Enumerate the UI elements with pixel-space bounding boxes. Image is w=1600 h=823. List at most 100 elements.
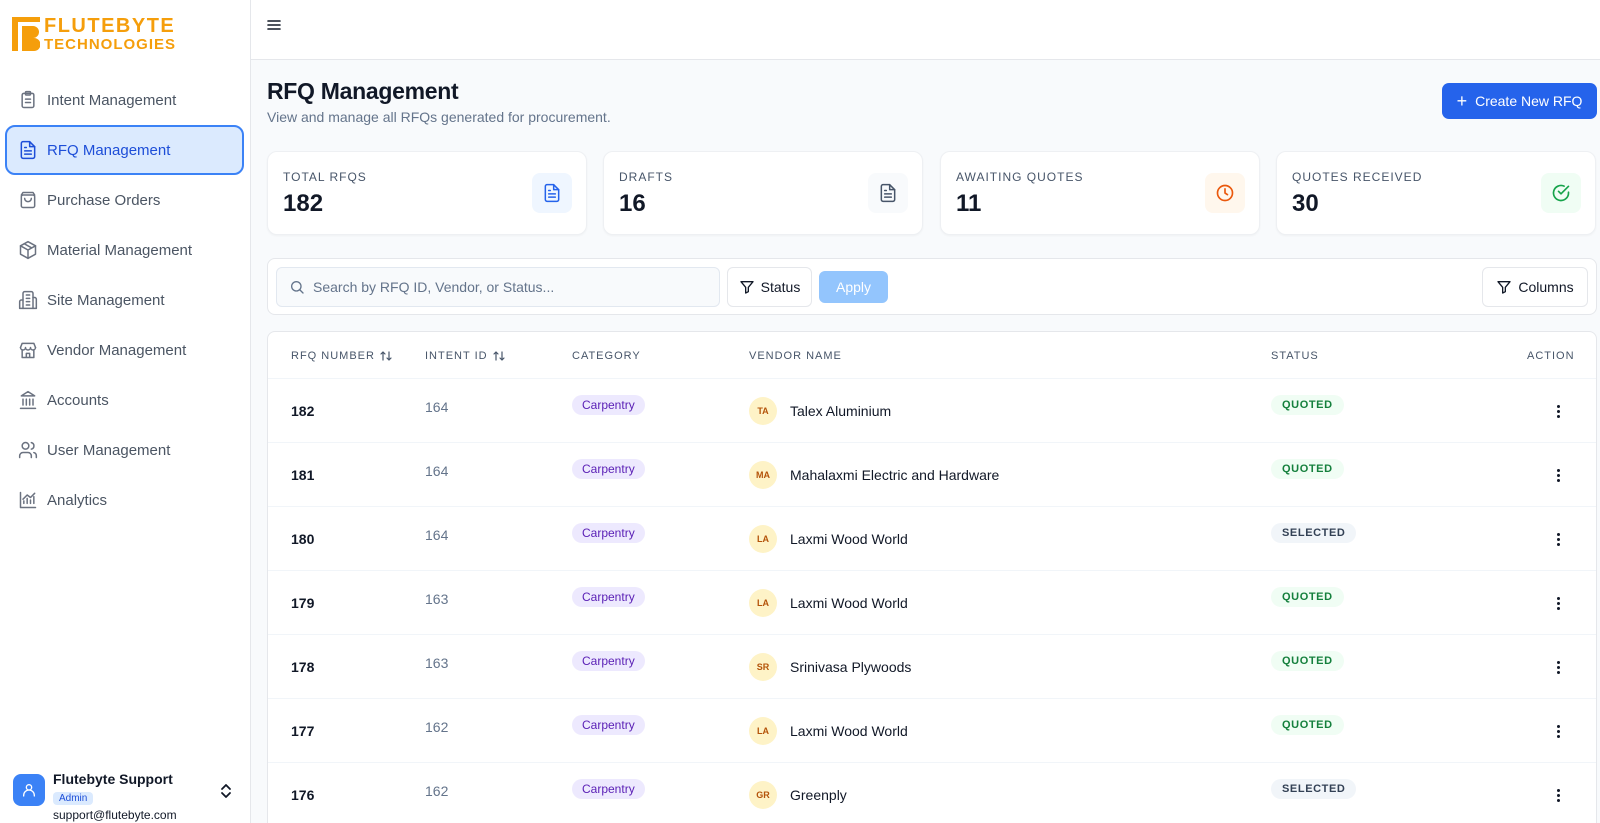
search-box — [276, 267, 720, 307]
column-header-label: VENDOR NAME — [749, 350, 842, 362]
sidebar-item-label: Intent Management — [47, 91, 177, 109]
more-actions-icon[interactable] — [1548, 464, 1568, 486]
file-text-icon — [20, 140, 36, 160]
filter-icon — [1497, 281, 1512, 294]
stat-value: 11 — [956, 190, 982, 217]
table-row[interactable]: 178 163 Carpentry SR Srinivasa Plywoods … — [268, 634, 1596, 698]
apply-button[interactable]: Apply — [819, 271, 888, 303]
sidebar-item-accounts[interactable]: Accounts — [5, 375, 244, 425]
vendor-name: Laxmi Wood World — [790, 723, 908, 739]
more-actions-icon[interactable] — [1548, 720, 1568, 742]
page-subtitle: View and manage all RFQs generated for p… — [267, 109, 611, 125]
flutebyte-logo-icon — [12, 17, 40, 51]
table-row[interactable]: 182 164 Carpentry TA Talex Aluminium QUO… — [268, 378, 1596, 442]
user-role-badge: Admin — [53, 792, 94, 805]
sidebar-item-vendor-management[interactable]: Vendor Management — [5, 325, 244, 375]
rfq-number: 179 — [291, 595, 315, 611]
sidebar-item-label: Accounts — [47, 391, 109, 409]
category-badge: Carpentry — [572, 779, 645, 799]
stat-label: QUOTES RECEIVED — [1292, 170, 1423, 184]
vendor-avatar: LA — [749, 717, 777, 745]
table-row[interactable]: 176 162 Carpentry GR Greenply SELECTED — [268, 762, 1596, 823]
column-header-status: STATUS — [1271, 350, 1319, 362]
sidebar-item-label: RFQ Management — [47, 141, 171, 159]
filter-toolbar: Status Apply Columns — [267, 258, 1597, 315]
column-header-label: STATUS — [1271, 350, 1319, 362]
user-email: support@flutebyte.com — [53, 808, 177, 822]
create-new-rfq-button[interactable]: + Create New RFQ — [1442, 83, 1597, 119]
category-badge: Carpentry — [572, 651, 645, 671]
sort-icon — [380, 351, 392, 361]
brand-logo[interactable]: FLUTEBYTE TECHNOLOGIES — [12, 16, 176, 52]
more-actions-icon[interactable] — [1548, 656, 1568, 678]
search-icon — [291, 281, 304, 294]
category-badge: Carpentry — [572, 587, 645, 607]
more-actions-icon[interactable] — [1548, 400, 1568, 422]
stat-label: AWAITING QUOTES — [956, 170, 1084, 184]
column-header-label: CATEGORY — [572, 350, 641, 362]
stat-value: 30 — [1292, 190, 1319, 217]
table-row[interactable]: 180 164 Carpentry LA Laxmi Wood World SE… — [268, 506, 1596, 570]
chevron-up-down-icon[interactable] — [218, 781, 234, 801]
column-header-category: CATEGORY — [572, 350, 641, 362]
top-bar — [251, 0, 1600, 60]
stat-card-quotes-received: QUOTES RECEIVED 30 — [1276, 151, 1596, 235]
column-header-label: ACTION — [1527, 350, 1575, 362]
rfq-number: 180 — [291, 531, 315, 547]
intent-id: 164 — [425, 463, 449, 479]
rfq-number: 176 — [291, 787, 315, 803]
table-row[interactable]: 181 164 Carpentry MA Mahalaxmi Electric … — [268, 442, 1596, 506]
more-actions-icon[interactable] — [1548, 528, 1568, 550]
stat-label: TOTAL RFQS — [283, 170, 367, 184]
stat-value: 16 — [619, 190, 646, 217]
sidebar-item-user-management[interactable]: User Management — [5, 425, 244, 475]
sidebar-item-intent-management[interactable]: Intent Management — [5, 75, 244, 125]
vendor-avatar: MA — [749, 461, 777, 489]
clock-icon — [1205, 173, 1245, 213]
store-icon — [19, 342, 37, 359]
sidebar-item-label: Purchase Orders — [47, 191, 161, 209]
sidebar-item-label: User Management — [47, 441, 171, 459]
table-row[interactable]: 179 163 Carpentry LA Laxmi Wood World QU… — [268, 570, 1596, 634]
sidebar-item-analytics[interactable]: Analytics — [5, 475, 244, 525]
filter-icon — [739, 281, 754, 294]
brand-name: FLUTEBYTE — [44, 15, 176, 37]
column-header-action: ACTION — [1527, 350, 1575, 362]
rfq-number: 181 — [291, 467, 315, 483]
page-title: RFQ Management — [267, 78, 459, 104]
sidebar-item-site-management[interactable]: Site Management — [5, 275, 244, 325]
avatar — [13, 774, 45, 806]
column-header-label: INTENT ID — [425, 350, 488, 362]
intent-id: 164 — [425, 399, 449, 415]
more-actions-icon[interactable] — [1548, 592, 1568, 614]
plus-icon: + — [1456, 90, 1468, 111]
status-filter-button[interactable]: Status — [727, 267, 812, 307]
package-icon — [19, 240, 37, 260]
vendor-avatar: LA — [749, 589, 777, 617]
hamburger-menu-icon[interactable] — [266, 17, 286, 37]
stat-card-drafts: DRAFTS 16 — [603, 151, 923, 235]
user-profile-card[interactable]: Flutebyte Support Admin support@flutebyt… — [0, 761, 251, 823]
sidebar: FLUTEBYTE TECHNOLOGIES Intent Management… — [0, 0, 251, 823]
landmark-icon — [19, 390, 37, 410]
column-header-intent-id[interactable]: INTENT ID — [425, 350, 505, 362]
more-actions-icon[interactable] — [1548, 784, 1568, 806]
vendor-avatar: LA — [749, 525, 777, 553]
columns-button[interactable]: Columns — [1482, 267, 1588, 307]
clipboard-list-icon — [21, 90, 35, 109]
status-badge: QUOTED — [1271, 651, 1344, 671]
search-input[interactable] — [313, 279, 713, 295]
sidebar-item-purchase-orders[interactable]: Purchase Orders — [5, 175, 244, 225]
sidebar-item-material-management[interactable]: Material Management — [5, 225, 244, 275]
sidebar-item-label: Analytics — [47, 491, 108, 509]
building-icon — [18, 290, 38, 310]
column-header-label: RFQ NUMBER — [291, 350, 375, 362]
check-circle-icon — [1541, 173, 1581, 213]
sidebar-item-rfq-management[interactable]: RFQ Management — [5, 125, 244, 175]
column-header-rfq-number[interactable]: RFQ NUMBER — [291, 350, 392, 362]
vendor-avatar: GR — [749, 781, 777, 809]
sort-icon — [492, 351, 505, 361]
vendor-avatar: TA — [749, 397, 777, 425]
status-badge: QUOTED — [1271, 715, 1344, 735]
table-row[interactable]: 177 162 Carpentry LA Laxmi Wood World QU… — [268, 698, 1596, 762]
